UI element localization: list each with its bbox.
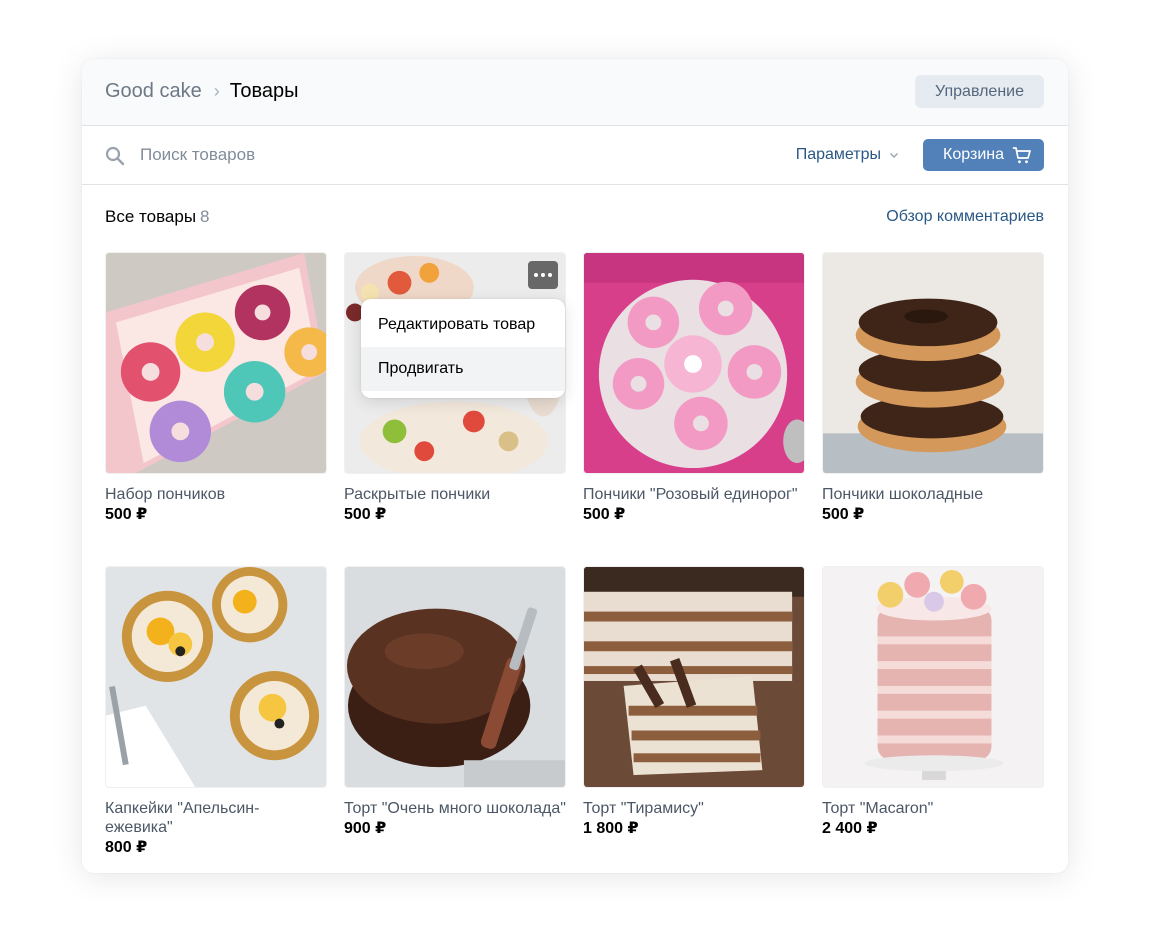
product-name[interactable]: Торт "Тирамису"	[583, 799, 805, 818]
menu-item-edit-product[interactable]: Редактировать товар	[361, 303, 565, 347]
product-price: 500 ₽	[344, 506, 387, 523]
product-card[interactable]: Пончики "Розовый единорог" 500 ₽	[583, 252, 805, 525]
comments-overview-link[interactable]: Обзор комментариев	[886, 208, 1044, 226]
menu-item-promote[interactable]: Продвигать	[361, 347, 565, 391]
product-card[interactable]: Пончики шоколадные 500 ₽	[822, 252, 1044, 525]
cart-label: Корзина	[943, 146, 1004, 163]
cart-icon	[1012, 147, 1031, 164]
product-name[interactable]: Пончики шоколадные	[822, 485, 1044, 504]
product-price: 900 ₽	[344, 820, 387, 837]
product-price: 500 ₽	[583, 506, 626, 523]
breadcrumb: Good cake › Товары	[105, 80, 299, 103]
breadcrumb-shop-link[interactable]: Good cake	[105, 80, 202, 103]
product-price: 2 400 ₽	[822, 820, 878, 837]
section-title-text: Все товары	[105, 207, 197, 226]
product-price: 500 ₽	[822, 506, 865, 523]
product-card[interactable]: Торт "Очень много шоколада" 900 ₽	[344, 566, 566, 839]
params-label: Параметры	[795, 146, 881, 163]
manage-button[interactable]: Управление	[915, 75, 1044, 108]
product-name[interactable]: Набор пончиков	[105, 485, 327, 504]
breadcrumb-separator: ›	[213, 81, 220, 101]
products-count: 8	[200, 207, 210, 226]
product-image[interactable]	[105, 566, 327, 788]
chevron-down-icon	[890, 153, 898, 158]
product-name[interactable]: Торт "Очень много шоколада"	[344, 799, 566, 818]
product-price: 500 ₽	[105, 506, 148, 523]
product-card[interactable]: Торт "Тирамису" 1 800 ₽	[583, 566, 805, 839]
market-card: Good cake › Товары Управление Параметры …	[82, 59, 1068, 873]
product-name[interactable]: Торт "Macaron"	[822, 799, 1044, 818]
search-input[interactable]	[140, 142, 540, 168]
cart-button[interactable]: Корзина	[923, 139, 1044, 171]
product-image[interactable]	[822, 252, 1044, 474]
product-image[interactable]	[822, 566, 1044, 788]
product-price: 800 ₽	[105, 839, 148, 856]
product-image[interactable]	[344, 566, 566, 788]
section-title: Все товары 8	[105, 207, 210, 227]
product-name[interactable]: Раскрытые пончики	[344, 485, 566, 504]
product-image[interactable]	[105, 252, 327, 474]
product-card[interactable]: Набор пончиков 500 ₽	[105, 252, 327, 525]
product-image[interactable]	[583, 566, 805, 788]
more-icon[interactable]	[528, 261, 558, 289]
product-name[interactable]: Капкейки "Апельсин-ежевика"	[105, 799, 327, 837]
product-card[interactable]: Торт "Macaron" 2 400 ₽	[822, 566, 1044, 839]
toolbar: Параметры Корзина	[82, 126, 1068, 185]
search-icon	[105, 146, 125, 166]
product-price: 1 800 ₽	[583, 820, 639, 837]
product-image[interactable]	[583, 252, 805, 474]
page-title: Товары	[229, 80, 299, 102]
product-card[interactable]: Капкейки "Апельсин-ежевика" 800 ₽	[105, 566, 327, 858]
product-name[interactable]: Пончики "Розовый единорог"	[583, 485, 805, 504]
params-dropdown[interactable]: Параметры	[796, 146, 899, 164]
header: Good cake › Товары Управление	[82, 59, 1068, 126]
product-context-menu: Редактировать товар Продвигать	[361, 299, 565, 398]
